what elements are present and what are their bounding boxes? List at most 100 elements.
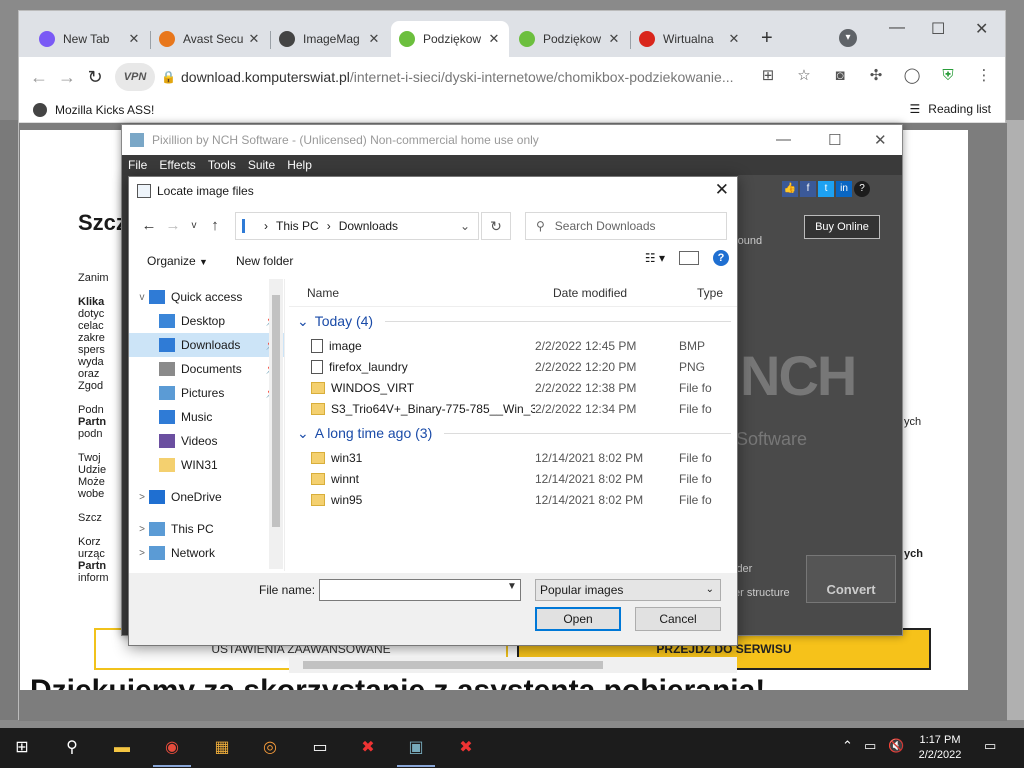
nav-item-music[interactable]: Music <box>129 405 284 429</box>
menu-icon[interactable]: ⋮ <box>971 63 997 89</box>
nav-item-win31[interactable]: WIN31 <box>129 453 284 477</box>
tab-close-icon[interactable]: ✕ <box>247 31 261 47</box>
expand-chevron-icon[interactable]: > <box>135 548 149 559</box>
pixillion-taskbar-icon[interactable]: ▣ <box>402 734 430 762</box>
nav-item-quick-access[interactable]: v Quick access <box>129 285 284 309</box>
up-folder-icon[interactable]: ↑ <box>203 217 227 234</box>
file-row[interactable]: WINDOS_VIRT 2/2/2022 12:38 PM File fo <box>289 377 737 398</box>
file-row[interactable]: winnt 12/14/2021 8:02 PM File fo <box>289 468 737 489</box>
dialog-close-icon[interactable]: ✕ <box>715 180 729 200</box>
dialog-back-icon[interactable]: ← <box>137 217 161 234</box>
browser-tab[interactable]: Podziękow ✕ <box>391 21 509 57</box>
breadcrumb-downloads[interactable]: Downloads <box>339 219 398 233</box>
taskbar-search-icon[interactable]: ⚲ <box>58 734 86 762</box>
error-app-icon[interactable]: ✖ <box>354 734 382 762</box>
chrome-icon[interactable]: ◉ <box>158 734 186 762</box>
expand-chevron-icon[interactable]: v <box>135 292 149 303</box>
menu-item-help[interactable]: Help <box>287 158 312 172</box>
file-row[interactable]: win95 12/14/2021 8:02 PM File fo <box>289 489 737 510</box>
pixillion-close-icon[interactable]: ✕ <box>874 131 887 149</box>
facebook-icon[interactable]: f <box>800 181 816 197</box>
tab-close-icon[interactable]: ✕ <box>727 31 741 47</box>
bookmark-mozilla[interactable]: Mozilla Kicks ASS! <box>55 103 154 117</box>
convert-button[interactable]: Convert <box>806 555 896 603</box>
file-list-hscroll-thumb[interactable] <box>303 661 603 669</box>
profile-icon[interactable]: ◯ <box>899 63 925 89</box>
file-group-header[interactable]: ⌄ A long time ago (3) <box>289 419 737 447</box>
address-bar[interactable]: 🔒 download.komputerswiat.pl/internet-i-s… <box>161 62 771 92</box>
network-icon[interactable]: ▭ <box>864 738 876 754</box>
organize-button[interactable]: Organize ▼ <box>147 254 208 268</box>
navigation-scroll-thumb[interactable] <box>272 295 280 527</box>
file-row[interactable]: S3_Trio64V+_Binary-775-785__Win_3.1_En..… <box>289 398 737 419</box>
breadcrumb-this-pc[interactable]: This PC <box>276 219 319 233</box>
terminal-icon[interactable]: ▭ <box>306 734 334 762</box>
nav-item-downloads[interactable]: Downloads📌 <box>129 333 284 357</box>
reload-button[interactable]: ↻ <box>81 63 109 91</box>
forward-button[interactable]: → <box>53 63 81 91</box>
linkedin-icon[interactable]: in <box>836 181 852 197</box>
tab-close-icon[interactable]: ✕ <box>127 31 141 47</box>
recent-locations-icon[interactable]: v <box>185 220 203 231</box>
column-name[interactable]: Name <box>289 286 549 300</box>
dosbox-icon[interactable]: ▦ <box>208 734 236 762</box>
new-tab-button[interactable]: + <box>761 27 773 50</box>
taskbar-clock[interactable]: 1:17 PM 2/2/2022 <box>910 733 970 763</box>
nav-item-pictures[interactable]: Pictures📌 <box>129 381 284 405</box>
nav-item-videos[interactable]: Videos <box>129 429 284 453</box>
tray-chevron-icon[interactable]: ⌃ <box>842 738 853 754</box>
breadcrumb-dropdown-icon[interactable]: ⌄ <box>460 219 470 233</box>
tab-close-icon[interactable]: ✕ <box>487 31 501 47</box>
menu-item-tools[interactable]: Tools <box>208 158 236 172</box>
close-icon[interactable]: ✕ <box>975 19 988 39</box>
refresh-button[interactable]: ↻ <box>481 212 511 240</box>
tab-search-icon[interactable]: ▾ <box>839 29 857 47</box>
nav-item-onedrive[interactable]: > OneDrive <box>129 485 284 509</box>
dialog-forward-icon[interactable]: → <box>161 217 185 234</box>
tab-close-icon[interactable]: ✕ <box>607 31 621 47</box>
vpn-button[interactable]: VPN <box>115 63 155 91</box>
reading-list-button[interactable]: ☰ Reading list <box>910 102 991 116</box>
avast-browser-icon[interactable]: ◎ <box>256 734 284 762</box>
notifications-icon[interactable]: ▭ <box>984 738 996 754</box>
expand-chevron-icon[interactable]: > <box>135 492 149 503</box>
breadcrumb[interactable]: › This PC › Downloads ⌄ <box>235 212 479 240</box>
help-circle-icon[interactable]: ? <box>854 181 870 197</box>
view-options-icon[interactable]: ☷ ▾ <box>645 251 665 265</box>
volume-muted-icon[interactable]: 🔇 <box>888 738 904 754</box>
file-list-hscrollbar[interactable] <box>289 657 737 673</box>
browser-tab[interactable]: New Tab ✕ <box>31 21 149 57</box>
file-row[interactable]: win31 12/14/2021 8:02 PM File fo <box>289 447 737 468</box>
tab-close-icon[interactable]: ✕ <box>367 31 381 47</box>
back-button[interactable]: ← <box>25 63 53 91</box>
pixillion-maximize-icon[interactable]: ☐ <box>828 131 841 149</box>
navigation-scrollbar[interactable] <box>269 279 283 569</box>
group-chevron-icon[interactable]: ⌄ <box>297 425 309 442</box>
column-type[interactable]: Type <box>693 286 737 300</box>
menu-item-suite[interactable]: Suite <box>248 158 275 172</box>
maximize-icon[interactable]: ☐ <box>931 19 945 39</box>
open-button[interactable]: Open <box>535 607 621 631</box>
shield-icon[interactable]: ⛨ <box>935 63 961 89</box>
star-icon[interactable]: ☆ <box>791 63 817 89</box>
start-windows-icon[interactable]: ⊞ <box>8 734 36 762</box>
preview-pane-icon[interactable] <box>679 251 699 265</box>
nav-item-desktop[interactable]: Desktop📌 <box>129 309 284 333</box>
error-app-icon-2[interactable]: ✖ <box>452 734 480 762</box>
file-explorer-icon[interactable]: ▬ <box>108 734 136 762</box>
twitter-icon[interactable]: t <box>818 181 834 197</box>
puzzle-icon[interactable]: ✣ <box>863 63 889 89</box>
file-group-header[interactable]: ⌄ Today (4) <box>289 307 737 335</box>
nav-item-this-pc[interactable]: > This PC <box>129 517 284 541</box>
file-name-dropdown-icon[interactable]: ▼ <box>507 581 517 592</box>
help-icon[interactable]: ? <box>713 250 729 266</box>
cancel-button[interactable]: Cancel <box>635 607 721 631</box>
pixillion-minimize-icon[interactable]: — <box>776 131 791 148</box>
expand-chevron-icon[interactable]: > <box>135 524 149 535</box>
group-chevron-icon[interactable]: ⌄ <box>297 313 309 330</box>
like-icon[interactable]: 👍 <box>782 181 798 197</box>
nav-item-network[interactable]: > Network <box>129 541 284 565</box>
browser-tab[interactable]: Wirtualna ✕ <box>631 21 749 57</box>
extension-badge-icon[interactable]: ◙ <box>827 63 853 89</box>
menu-item-file[interactable]: File <box>128 158 147 172</box>
